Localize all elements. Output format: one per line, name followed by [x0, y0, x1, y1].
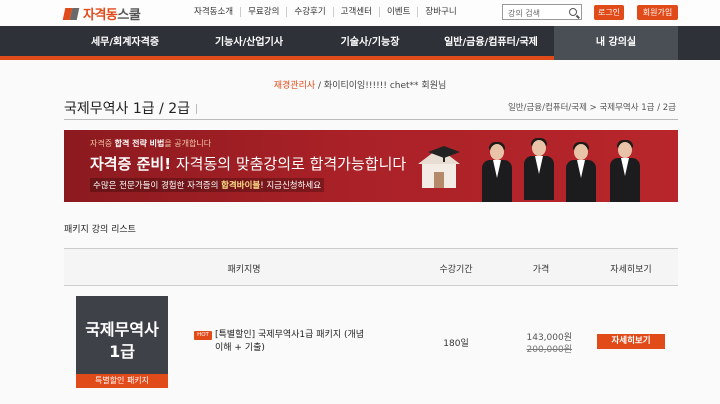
banner-person-3 — [564, 142, 598, 202]
page-title: 국제무역사 1급 / 2급 — [64, 98, 198, 118]
welcome-user: chet** 회원님 — [389, 81, 447, 91]
main-nav-my-classroom[interactable]: 내 강의실 — [554, 26, 678, 60]
banner-line-2-bold: 자격증 준비! — [90, 155, 172, 173]
join-button[interactable]: 회원가입 — [637, 5, 678, 20]
package-thumbnail[interactable]: 국제무역사 1급 특별할인 패키지 — [76, 296, 168, 388]
banner-person-4 — [608, 140, 642, 202]
promo-banner[interactable]: 자격증 합격 전략 비법을 공개합니다 자격증 준비! 자격동의 맞춤강의로 합… — [64, 130, 678, 202]
banner-line-1: 자격증 합격 전략 비법을 공개합니다 — [90, 138, 211, 149]
top-nav-reviews[interactable]: 수강후기 — [286, 7, 332, 17]
header-price: 가격 — [532, 265, 550, 275]
detail-button[interactable]: 자세히보기 — [597, 334, 665, 349]
banner-line-2: 자격증 준비! 자격동의 맞춤강의로 합격가능합니다 — [90, 153, 406, 174]
login-button[interactable]: 로그인 — [594, 5, 624, 20]
banner-line-1-post: 을 공개합니다 — [164, 139, 212, 148]
table-row: 국제무역사 1급 특별할인 패키지 HOT [특별할인] 국제무역사1급 패키지… — [64, 286, 678, 404]
top-nav-cart[interactable]: 장바구니 — [417, 7, 463, 17]
thumbnail-title-2: 1급 — [109, 342, 135, 361]
main-nav-general-finance[interactable]: 일반/금융/컴퓨터/국제 — [428, 26, 554, 60]
page-title-text: 국제무역사 1급 / 2급 — [64, 101, 191, 117]
thumbnail-tag: 특별할인 패키지 — [76, 374, 168, 388]
welcome-message: 재경관리사 / 화이티이잉!!!!!! chet** 회원님 — [0, 78, 720, 91]
header-period: 수강기간 — [439, 265, 473, 275]
top-nav-support[interactable]: 고객센터 — [332, 7, 379, 17]
top-nav: 자격동소개 무료강의 수강후기 고객센터 이벤트 장바구니 — [194, 7, 464, 17]
hot-badge: HOT — [194, 331, 212, 340]
package-period: 180일 — [443, 339, 469, 349]
welcome-role: 재경관리사 — [273, 81, 316, 91]
title-divider — [196, 104, 198, 114]
banner-line-2-rest: 자격동의 맞춤강의로 합격가능합니다 — [171, 155, 407, 173]
search-placeholder: 강의 검색 — [508, 9, 540, 18]
main-nav: 세무/회계자격증 기능사/산업기사 기술사/기능장 일반/금융/컴퓨터/국제 내… — [0, 26, 720, 60]
logo-mark-icon — [62, 7, 80, 21]
banner-person-1 — [480, 142, 514, 202]
table-header: 패키지명 수강기간 가격 자세히보기 — [64, 248, 678, 286]
banner-line-1-bold: 합격 전략 비법 — [114, 139, 165, 148]
main-nav-accent-stripe — [0, 56, 554, 60]
banner-line-3-post: ! 지금신청하세요 — [260, 181, 322, 191]
breadcrumb[interactable]: 일반/금융/컴퓨터/국제 > 국제무역사 1급 / 2급 — [508, 101, 676, 113]
banner-line-1-pre: 자격증 — [90, 139, 115, 148]
logo-text-main: 자격동 — [83, 8, 118, 23]
top-nav-about[interactable]: 자격동소개 — [194, 7, 240, 17]
header-detail: 자세히보기 — [610, 265, 652, 275]
logo-text-sub: 스쿨 — [117, 8, 141, 23]
main-nav-technician[interactable]: 기능사/산업기사 — [186, 26, 312, 60]
thumbnail-title-1: 국제무역사 — [85, 320, 159, 339]
top-nav-events[interactable]: 이벤트 — [378, 7, 417, 17]
main-nav-professional-engineer[interactable]: 기술사/기능장 — [312, 26, 428, 60]
banner-line-3-pre: 수많은 전문가들이 경험한 자격증의 — [93, 181, 222, 191]
top-header: 자격동스쿨 자격동소개 무료강의 수강후기 고객센터 이벤트 장바구니 강의 검… — [0, 0, 720, 26]
graduation-house-icon — [418, 146, 460, 188]
banner-line-3-bold: 합격바이블 — [221, 181, 261, 191]
site-logo[interactable]: 자격동스쿨 — [62, 4, 141, 23]
package-name-link[interactable]: [특별할인] 국제무역사1급 패키지 (개념이해 + 기출) — [215, 329, 365, 355]
banner-line-3: 수많은 전문가들이 경험한 자격증의 합격바이블! 지금신청하세요 — [90, 178, 325, 192]
title-underline — [64, 119, 678, 120]
banner-person-2 — [522, 138, 556, 202]
header-package-name: 패키지명 — [227, 265, 261, 275]
package-list-title: 패키지 강의 리스트 — [64, 225, 136, 235]
main-nav-tax-accounting[interactable]: 세무/회계자격증 — [64, 26, 186, 60]
top-nav-free-lectures[interactable]: 무료강의 — [240, 7, 286, 17]
welcome-slogan: / 화이티이잉!!!!!! — [318, 81, 387, 91]
search-input[interactable]: 강의 검색 — [502, 4, 582, 20]
package-original-price: 200,000원 — [526, 345, 573, 355]
search-icon[interactable] — [569, 8, 577, 16]
